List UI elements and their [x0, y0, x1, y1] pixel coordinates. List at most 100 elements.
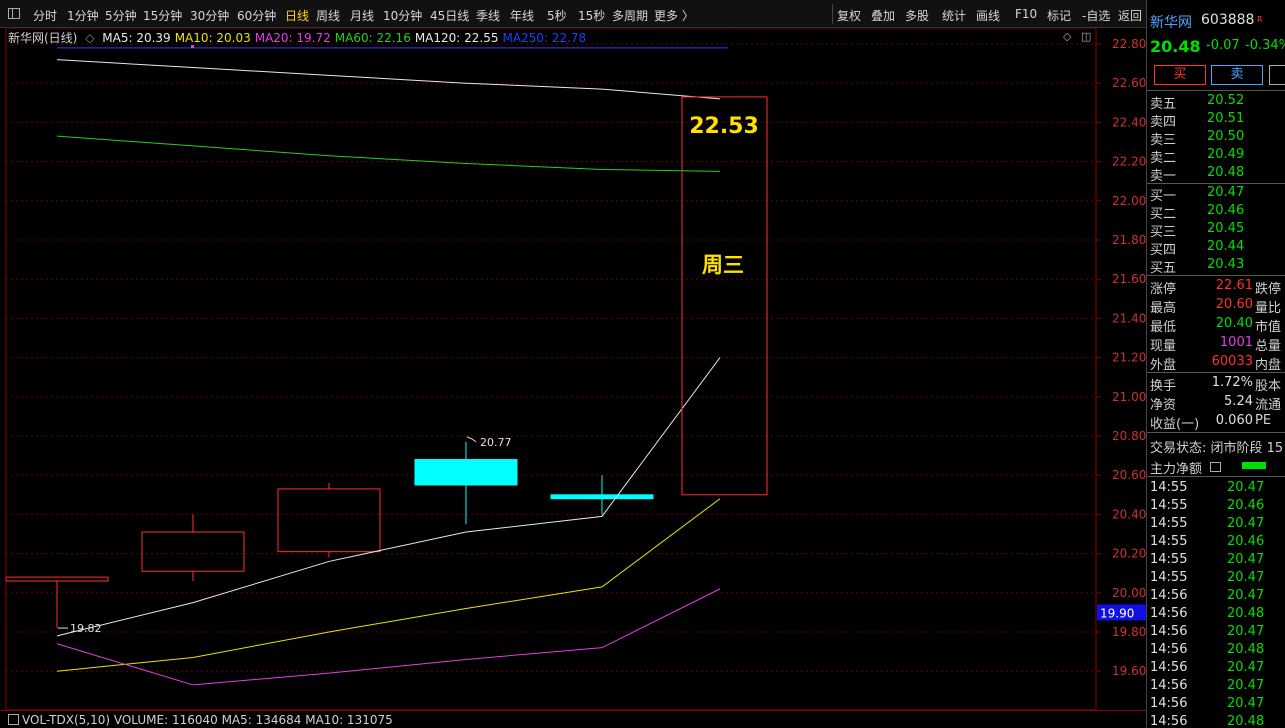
- divider: [1147, 432, 1285, 433]
- period-tab[interactable]: 更多 〉: [654, 7, 694, 24]
- tick-price: 20.47: [1227, 570, 1265, 585]
- current-price-label: 19.90: [1100, 606, 1134, 620]
- forecast-box[interactable]: [681, 96, 768, 496]
- quote-row: 买五 20.43: [1147, 256, 1285, 276]
- tool-button[interactable]: 标记: [1047, 7, 1071, 24]
- tool-button[interactable]: -自选: [1082, 7, 1110, 24]
- price-change: -0.07: [1206, 38, 1240, 53]
- quote-value: 20.60: [1215, 297, 1253, 312]
- ma-legend-item: MA20: 19.72: [254, 31, 331, 45]
- panel-toggle-icon[interactable]: [8, 8, 20, 19]
- quote-value: 20.45: [1207, 221, 1245, 236]
- y-tick-label: 20.60: [1112, 468, 1146, 482]
- quote-row: 买一 20.47: [1147, 184, 1285, 204]
- tick-time: 14:56: [1150, 696, 1188, 711]
- tick-row: 14:56 20.47: [1147, 677, 1285, 695]
- period-tab[interactable]: 季线: [476, 7, 500, 24]
- quote-value: 20.49: [1207, 147, 1245, 162]
- quote-header: 新华网 603888 R 20.48 -0.07 -0.34%: [1147, 0, 1285, 60]
- period-tab[interactable]: 10分钟: [383, 7, 422, 24]
- period-tab[interactable]: 30分钟: [190, 7, 229, 24]
- period-tab[interactable]: 5分钟: [105, 7, 137, 24]
- tool-button[interactable]: 画线: [976, 7, 1000, 24]
- period-tab[interactable]: 年线: [510, 7, 534, 24]
- more-trade-button[interactable]: [1269, 65, 1285, 85]
- period-tab[interactable]: 月线: [350, 7, 374, 24]
- legend-collapse-icon[interactable]: ◇: [85, 31, 94, 45]
- quote-row: 卖三 20.50: [1147, 128, 1285, 148]
- y-tick-label: 21.40: [1112, 311, 1146, 325]
- candle-body[interactable]: [5, 576, 109, 582]
- ma-legend-item: MA5: 20.39: [102, 31, 171, 45]
- tick-row: 14:56 20.48: [1147, 713, 1285, 728]
- quote-row: 买四 20.44: [1147, 238, 1285, 258]
- tool-button[interactable]: F10: [1015, 7, 1037, 21]
- tick-price: 20.47: [1227, 624, 1265, 639]
- candle-body[interactable]: [277, 488, 381, 553]
- y-tick-label: 20.80: [1112, 429, 1146, 443]
- quote-label: 换手: [1150, 379, 1177, 394]
- period-tab[interactable]: 多周期: [612, 7, 648, 24]
- tool-button[interactable]: 复权: [837, 7, 861, 24]
- quote-value: 20.40: [1215, 316, 1253, 331]
- period-tab[interactable]: 1分钟: [67, 7, 99, 24]
- chart-tools: ◇ ◫: [1063, 30, 1097, 43]
- tick-time: 14:56: [1150, 678, 1188, 693]
- y-tick-label: 20.20: [1112, 547, 1146, 561]
- tool-button[interactable]: 统计: [942, 7, 966, 24]
- quote-row: 最高 20.60 量比: [1147, 296, 1285, 316]
- period-tab[interactable]: 15秒: [578, 7, 605, 24]
- period-tab[interactable]: 45日线: [430, 7, 469, 24]
- tool-button[interactable]: 叠加: [871, 7, 895, 24]
- quote-label: 最高: [1150, 301, 1177, 316]
- stock-name[interactable]: 新华网: [1150, 12, 1192, 32]
- y-tick-label: 22.80: [1112, 37, 1146, 51]
- candle-body[interactable]: [414, 459, 518, 486]
- tick-time: 14:55: [1150, 552, 1188, 567]
- forecast-price-label: 22.53: [689, 114, 759, 139]
- ma-legend-item: MA10: 20.03: [174, 31, 251, 45]
- y-tick-label: 19.60: [1112, 664, 1146, 678]
- quote-row: 最低 20.40 市值: [1147, 315, 1285, 335]
- tool-button[interactable]: 返回: [1118, 7, 1142, 24]
- period-tab[interactable]: 分时: [33, 7, 57, 24]
- quote-row: 买二 20.46: [1147, 202, 1285, 222]
- diamond-icon[interactable]: ◇: [1063, 30, 1071, 43]
- chart-canvas[interactable]: 22.80 22.60 22.40 22.20 22.00 21.80 21.60 21.40…: [0, 28, 1146, 710]
- sell-button[interactable]: 卖: [1211, 65, 1263, 85]
- forecast-day-label: 周三: [702, 253, 744, 277]
- tick-price: 20.47: [1227, 660, 1265, 675]
- low-price-label: 19.82: [70, 622, 102, 635]
- kline-chart[interactable]: 22.80 22.60 22.40 22.20 22.00 21.80 21.60 21.40…: [0, 28, 1146, 728]
- quote-value: 60033: [1211, 354, 1253, 369]
- quote-value: 22.61: [1215, 278, 1253, 293]
- volume-legend: VOL-TDX(5,10) VOLUME: 116040 MA5: 134684…: [22, 713, 393, 727]
- last-price: 20.48: [1150, 37, 1201, 56]
- volume-toggle-icon[interactable]: [8, 714, 19, 725]
- quote-extra-label: 跌停: [1255, 282, 1282, 297]
- quote-value: 20.43: [1207, 257, 1245, 272]
- tick-price: 20.47: [1227, 516, 1265, 531]
- period-tab[interactable]: 日线: [285, 7, 309, 24]
- period-tab[interactable]: 周线: [316, 7, 340, 24]
- square-icon[interactable]: ◫: [1081, 30, 1091, 43]
- quote-row: 现量 1001 总量: [1147, 334, 1285, 354]
- tick-time: 14:56: [1150, 642, 1188, 657]
- period-tab[interactable]: 15分钟: [143, 7, 182, 24]
- tick-price: 20.47: [1227, 480, 1265, 495]
- buy-button[interactable]: 买: [1154, 65, 1206, 85]
- quote-extra-label: PE: [1255, 413, 1272, 428]
- candle-body[interactable]: [550, 494, 654, 500]
- y-tick-label: 21.20: [1112, 351, 1146, 365]
- quote-value: 20.50: [1207, 129, 1245, 144]
- tick-time: 14:56: [1150, 714, 1188, 728]
- tool-button[interactable]: 多股: [905, 7, 929, 24]
- period-tab[interactable]: 5秒: [547, 7, 567, 24]
- tick-time: 14:55: [1150, 570, 1188, 585]
- period-tab[interactable]: 60分钟: [237, 7, 276, 24]
- tick-row: 14:55 20.46: [1147, 497, 1285, 515]
- list-icon[interactable]: [1210, 462, 1221, 472]
- plot-frame: [5, 28, 1097, 710]
- tick-row: 14:56 20.48: [1147, 641, 1285, 659]
- candle-body[interactable]: [141, 531, 245, 572]
